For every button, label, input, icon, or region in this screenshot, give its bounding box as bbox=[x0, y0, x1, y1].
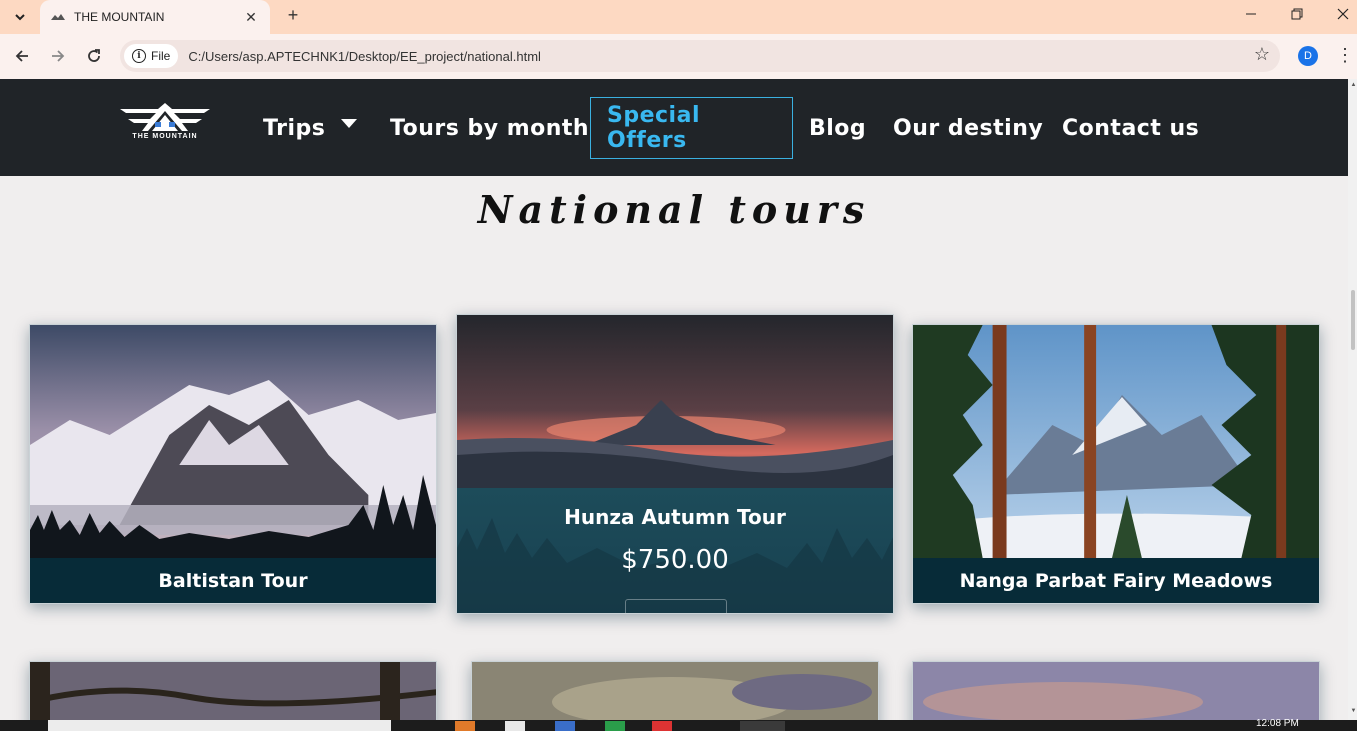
tour-card[interactable]: Baltistan Tour bbox=[29, 324, 437, 604]
mountain-favicon-icon bbox=[50, 9, 66, 25]
tab-title: THE MOUNTAIN bbox=[74, 10, 165, 24]
card-price: $750.00 bbox=[621, 545, 729, 575]
restore-icon bbox=[1291, 8, 1303, 20]
restore-button[interactable] bbox=[1274, 0, 1320, 28]
book-button[interactable] bbox=[625, 599, 727, 613]
back-button[interactable] bbox=[10, 44, 34, 68]
tour-card[interactable] bbox=[912, 661, 1320, 720]
tour-image bbox=[472, 662, 878, 720]
close-tab-icon[interactable]: ✕ bbox=[242, 9, 260, 26]
tour-card[interactable]: Nanga Parbat Fairy Meadows bbox=[912, 324, 1320, 604]
taskbar-app-icon[interactable] bbox=[555, 721, 575, 731]
profile-avatar[interactable]: D bbox=[1298, 46, 1318, 66]
new-tab-button[interactable]: + bbox=[282, 4, 304, 26]
chevron-down-icon bbox=[15, 14, 25, 21]
url-text[interactable]: C:/Users/asp.APTECHNK1/Desktop/EE_projec… bbox=[188, 49, 541, 64]
tour-card[interactable] bbox=[29, 661, 437, 720]
snowy-mountain-image bbox=[30, 325, 436, 558]
tour-image bbox=[30, 662, 436, 720]
taskbar-search-box[interactable] bbox=[48, 720, 391, 731]
browser-menu-icon[interactable]: ⋮ bbox=[1336, 44, 1354, 68]
browser-tab[interactable]: THE MOUNTAIN ✕ bbox=[40, 0, 270, 34]
tour-image bbox=[913, 662, 1319, 720]
close-window-button[interactable] bbox=[1320, 0, 1357, 28]
logo-text: THE MOUNTAIN bbox=[132, 133, 198, 140]
sunset-mountain-image bbox=[457, 315, 893, 488]
mountain-logo-icon bbox=[120, 103, 210, 131]
nav-trips-label: Trips bbox=[263, 115, 326, 141]
nav-our-destiny[interactable]: Our destiny bbox=[893, 97, 1043, 159]
site-chip-label: File bbox=[151, 49, 171, 63]
site-navbar: THE MOUNTAIN Trips Tours by month Specia… bbox=[0, 79, 1348, 176]
taskbar-active-app-icon[interactable] bbox=[740, 721, 785, 731]
pine-forest-image bbox=[913, 325, 1319, 558]
taskbar-clock: 12:08 PM bbox=[1256, 718, 1299, 729]
tab-search-button[interactable] bbox=[8, 5, 32, 29]
close-icon bbox=[1337, 8, 1349, 20]
taskbar-app-icon[interactable] bbox=[652, 721, 672, 731]
bookmark-star-icon[interactable]: ☆ bbox=[1254, 44, 1270, 65]
forward-button[interactable] bbox=[46, 44, 70, 68]
site-info-chip[interactable]: i File bbox=[124, 44, 179, 68]
taskbar-app-icon[interactable] bbox=[505, 721, 525, 731]
taskbar-app-icon[interactable] bbox=[605, 721, 625, 731]
page-title: National tours bbox=[477, 187, 871, 232]
card-title: Baltistan Tour bbox=[30, 558, 436, 603]
taskbar-app-icon[interactable] bbox=[455, 721, 475, 731]
address-bar[interactable]: i File C:/Users/asp.APTECHNK1/Desktop/EE… bbox=[120, 40, 1280, 72]
reload-icon bbox=[88, 49, 100, 62]
info-icon: i bbox=[132, 49, 146, 63]
caret-down-icon bbox=[341, 118, 358, 128]
card-title: Hunza Autumn Tour bbox=[564, 505, 786, 529]
nav-trips[interactable]: Trips bbox=[263, 97, 358, 159]
nav-blog[interactable]: Blog bbox=[809, 97, 866, 159]
arrow-left-icon bbox=[15, 50, 28, 62]
page-scrollbar[interactable] bbox=[1348, 79, 1357, 720]
site-logo[interactable]: THE MOUNTAIN bbox=[118, 101, 212, 145]
reload-button[interactable] bbox=[82, 44, 106, 68]
tour-card-featured[interactable]: Hunza Autumn Tour $750.00 bbox=[456, 314, 894, 614]
scroll-up-icon[interactable]: ▲ bbox=[1350, 82, 1357, 88]
minimize-button[interactable] bbox=[1228, 0, 1274, 28]
browser-toolbar: i File C:/Users/asp.APTECHNK1/Desktop/EE… bbox=[0, 34, 1357, 79]
card-title: Nanga Parbat Fairy Meadows bbox=[913, 558, 1319, 603]
tour-card[interactable] bbox=[471, 661, 879, 720]
tab-strip: THE MOUNTAIN ✕ + bbox=[0, 0, 1357, 34]
scroll-down-icon[interactable]: ▼ bbox=[1350, 708, 1357, 714]
os-taskbar: 12:08 PM bbox=[0, 718, 1357, 731]
nav-special-offers[interactable]: Special Offers bbox=[590, 97, 793, 159]
nav-tours-by-month[interactable]: Tours by month bbox=[390, 97, 589, 159]
nav-contact-us[interactable]: Contact us bbox=[1062, 97, 1199, 159]
arrow-right-icon bbox=[52, 50, 65, 62]
scrollbar-thumb[interactable] bbox=[1351, 290, 1355, 350]
web-page: THE MOUNTAIN Trips Tours by month Specia… bbox=[0, 79, 1348, 720]
minimize-icon bbox=[1246, 13, 1256, 15]
